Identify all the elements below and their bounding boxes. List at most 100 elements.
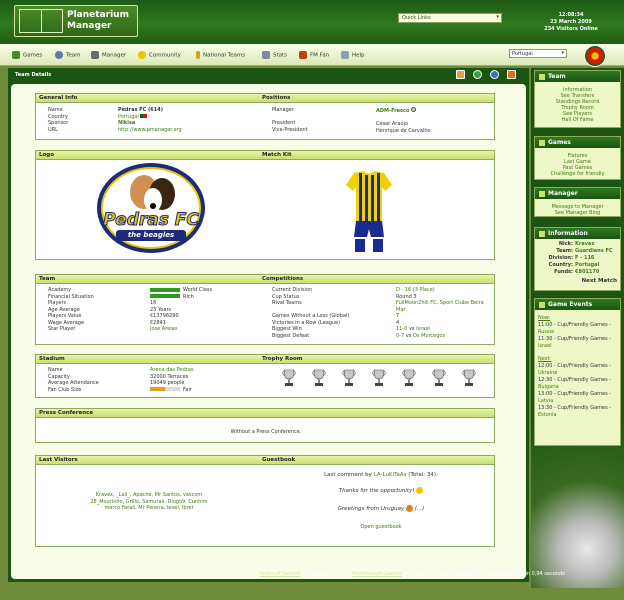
last-visitors-heading: Last Visitors	[39, 457, 78, 463]
team-values: World Class Rich 16 23 Years €13796290 €…	[150, 287, 212, 333]
competitions-heading: Competitions	[262, 276, 304, 282]
event-country[interactable]: Bulgaria	[538, 384, 617, 391]
visitors-guestbook-box: Last Visitors Guestbook Kravex, _Lali_, A…	[35, 455, 495, 547]
next-match-link[interactable]: Next Match	[582, 278, 617, 284]
star-player[interactable]: José Areias	[150, 326, 212, 333]
nav-stats[interactable]: Stats	[262, 51, 287, 59]
trophy-icon[interactable]	[462, 369, 476, 387]
positions-heading: Positions	[262, 95, 291, 101]
event-country[interactable]: Russia	[538, 329, 617, 336]
team-link[interactable]: Hall Of Fame	[535, 117, 620, 123]
match-kit-image	[346, 171, 392, 253]
info-team[interactable]: Guardians FC	[575, 248, 621, 255]
trophy-icon[interactable]	[282, 369, 296, 387]
info-label: Team:	[556, 248, 573, 254]
games-link[interactable]: Challenge for friendly	[535, 171, 620, 177]
crest-name: Pedras FC	[103, 210, 200, 231]
page-title-bar: Team Details	[8, 68, 529, 82]
team-heading: Team	[39, 276, 56, 282]
home-icon[interactable]	[456, 70, 465, 79]
fan-club-value: Fair	[183, 386, 192, 393]
quick-links-select[interactable]: Quick Links	[398, 13, 502, 23]
team-country[interactable]: Portugal	[118, 114, 139, 120]
nav-label: Team	[66, 52, 81, 59]
planetarium-manager-logo[interactable]: Planetarium Manager	[14, 5, 138, 37]
manager-menu-title: Manager	[548, 190, 578, 197]
country-select[interactable]: Portugal	[509, 49, 567, 58]
smiley-icon	[406, 505, 414, 512]
info-label: Nick:	[558, 241, 573, 247]
menu-bullet-icon	[539, 230, 545, 237]
biggest-defeat-team[interactable]: Os Morcegos	[413, 333, 445, 339]
label-games-without-loss: Games Without a Loss (Global)	[272, 313, 350, 319]
last-comment-user[interactable]: LA-LuKiTaAs	[374, 472, 407, 478]
biggest-defeat-score[interactable]: 0-7	[396, 333, 404, 339]
nav-label: Stats	[273, 52, 288, 59]
team-menu: Team Information See Transfers Standings R…	[534, 70, 621, 128]
content-area: General Info Positions Name Country Spons…	[11, 84, 526, 579]
event-country[interactable]: Ukraine	[538, 370, 617, 377]
team-labels: Academy Financial Situation Players Age …	[48, 287, 94, 333]
info-nick[interactable]: Kravex	[575, 241, 621, 248]
fm-fan-icon	[299, 51, 307, 59]
header: Planetarium Manager Quick Links 12:08:34…	[0, 0, 624, 44]
info-country[interactable]: Portugal	[575, 262, 621, 269]
vs-label: vs	[408, 326, 415, 332]
info-label: Country:	[548, 262, 573, 268]
back-icon[interactable]	[473, 70, 482, 79]
stadium-name[interactable]: Arena das Pedras	[150, 367, 194, 374]
logo-line1: Planetarium	[67, 10, 129, 20]
nav-team[interactable]: Team	[55, 51, 81, 59]
nav-help[interactable]: Help	[341, 51, 365, 59]
team-competitions-box: Team Competitions Academy Financial Situa…	[35, 274, 495, 345]
match-kit-heading: Match Kit	[262, 152, 292, 158]
event-country[interactable]: Israel	[538, 343, 617, 350]
server-clock: 12:08:34 23 March 2009 234 Visitors Onli…	[540, 12, 602, 33]
trophy-icon[interactable]	[432, 369, 446, 387]
trophy-icon[interactable]	[402, 369, 416, 387]
press-conference-box: Press Conference Without a Press Confere…	[35, 408, 495, 443]
stadium-trophy-box: Stadium Trophy Room Name Capacity Average…	[35, 354, 495, 398]
vice-president-name: Henrique de Carvalho	[376, 127, 431, 134]
logo-line2: Manager	[67, 21, 112, 31]
biggest-win-team[interactable]: Israel	[416, 326, 430, 332]
nav-community[interactable]: Community	[138, 51, 181, 59]
info-division[interactable]: F - 116	[575, 255, 621, 262]
visitor-list[interactable]: Kravex, _Lali_, Apache, Mr Santos, vasco…	[36, 492, 262, 512]
nav-manager[interactable]: Manager	[91, 51, 126, 59]
menu-bullet-icon	[539, 73, 545, 80]
comment-text: Thanks for the opportunity!	[338, 488, 415, 494]
event-country[interactable]: Estonia	[538, 412, 617, 419]
portugal-flag-icon[interactable]	[584, 45, 606, 67]
nav-label: FM Fan	[310, 52, 330, 59]
visitor-line[interactable]: marco Farali, Mr Pereira, level, Ibret	[36, 505, 262, 512]
event-country[interactable]: Latvia	[538, 398, 617, 405]
main-nav: Games Team Manager Community National Te…	[0, 44, 624, 66]
trophy-icon[interactable]	[312, 369, 326, 387]
terms-of-service-link[interactable]: Terms of Service	[259, 571, 300, 577]
company-link[interactable]: Planetarium Games	[352, 571, 401, 577]
exit-icon[interactable]	[507, 70, 516, 79]
info-icon[interactable]	[490, 70, 499, 79]
manager-name[interactable]: ADM-Fresco	[376, 108, 409, 114]
trophy-icon[interactable]	[372, 369, 386, 387]
menu-bullet-icon	[539, 139, 545, 146]
nav-games[interactable]: Games	[12, 51, 42, 59]
nav-fm-fan[interactable]: FM Fan	[299, 51, 329, 59]
manager-link[interactable]: See Manager Blog	[535, 210, 620, 216]
open-guestbook-link[interactable]: Open guestbook	[268, 524, 494, 530]
trophy-icon[interactable]	[342, 369, 356, 387]
academy-bar	[150, 287, 180, 292]
nav-national-teams[interactable]: National Teams	[196, 51, 245, 59]
biggest-win-score[interactable]: 11-0	[396, 326, 407, 332]
trophy-room-heading: Trophy Room	[262, 356, 303, 362]
nav-label: Manager	[102, 52, 127, 59]
menu-bullet-icon	[539, 301, 545, 308]
comment-2: Greetings from Uruguay (...)	[268, 505, 494, 512]
team-url[interactable]: http://www.pmanager.org	[118, 127, 182, 134]
stadium-labels: Name Capacity Average Attendance Fan Clu…	[48, 367, 99, 393]
info-label: Funds:	[554, 269, 573, 275]
rivals-value[interactable]: FullMoon2hill FC, Sport Clube Beira	[396, 300, 484, 307]
national-teams-icon	[196, 51, 200, 59]
nav-label: National Teams	[203, 52, 246, 59]
